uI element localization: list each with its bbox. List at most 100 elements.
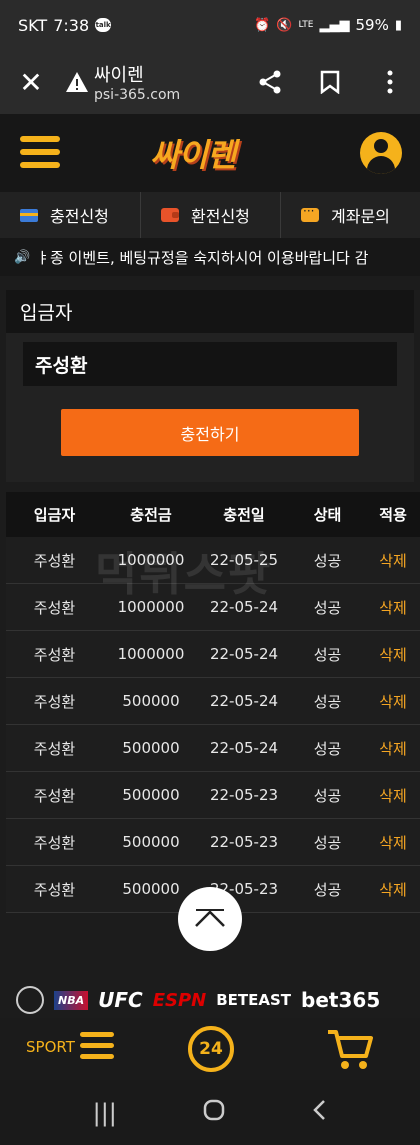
cell-name: 주성환 — [33, 692, 76, 711]
cell-status: 성공 — [313, 551, 342, 570]
delete-link[interactable]: 삭제 — [366, 550, 420, 571]
share-icon[interactable] — [240, 69, 300, 95]
cell-name: 주성환 — [33, 833, 76, 852]
cell-date: 22-05-23 — [209, 786, 279, 804]
site-header: 싸이렌 — [0, 114, 420, 192]
cell-status: 성공 — [313, 880, 342, 899]
back-icon[interactable] — [311, 1098, 327, 1128]
delete-link[interactable]: 삭제 — [366, 597, 420, 618]
cell-amount: 500000 — [122, 833, 180, 851]
tab-label: 충전신청 — [50, 207, 109, 226]
table-row: 주성환 1000000 22-05-24 성공 삭제 — [6, 584, 420, 631]
cell-amount: 500000 — [122, 692, 180, 710]
cell-status: 성공 — [313, 598, 342, 617]
support-24h-icon[interactable]: 24 — [188, 1026, 234, 1072]
carrier: SKT — [18, 15, 48, 35]
deposit-form: 입금자 주성환 충전하기 — [6, 290, 414, 482]
site-logo[interactable]: 싸이렌 — [150, 130, 236, 176]
alarm-icon: ⏰ — [254, 17, 271, 33]
battery-icon: ▮ — [394, 17, 402, 33]
cell-name: 주성환 — [33, 786, 76, 805]
ufc-logo: UFC — [98, 988, 143, 1012]
cell-amount: 1000000 — [117, 598, 185, 616]
cell-name: 주성환 — [33, 598, 76, 617]
site-bottom-bar: SPORT 24 — [0, 1018, 420, 1080]
cell-status: 성공 — [313, 645, 342, 664]
delete-link[interactable]: 삭제 — [366, 879, 420, 900]
cell-amount: 500000 — [122, 880, 180, 898]
column-header: 충전금 — [130, 506, 172, 524]
close-icon[interactable]: ✕ — [0, 66, 62, 99]
mute-icon: 🔇 — [276, 17, 293, 33]
notice-text: ㅑ종 이벤트, 베팅규정을 숙지하시어 이용바랍니다 감 — [36, 248, 369, 267]
cell-amount: 1000000 — [117, 645, 185, 663]
bookmark-icon[interactable] — [300, 70, 360, 94]
warning-icon[interactable] — [62, 71, 92, 93]
cell-date: 22-05-24 — [209, 692, 279, 710]
cart-icon[interactable] — [326, 1028, 374, 1076]
cell-status: 성공 — [313, 786, 342, 805]
nav-tabs: 충전신청 환전신청 계좌문의 — [0, 192, 420, 238]
table-row: 주성환 1000000 22-05-25 성공 삭제 — [6, 537, 420, 584]
tab-deposit[interactable]: 충전신청 — [0, 192, 140, 238]
delete-link[interactable]: 삭제 — [366, 644, 420, 665]
android-nav-bar: ||| — [0, 1080, 420, 1145]
espn-logo: ESPN — [152, 989, 207, 1011]
speaker-icon: 🔊 — [14, 249, 31, 265]
card-icon — [20, 208, 38, 222]
depositor-label: 입금자 — [6, 290, 414, 333]
sport-menu-label[interactable]: SPORT — [26, 1038, 75, 1056]
recent-apps-icon[interactable]: ||| — [93, 1099, 117, 1127]
talk-icon: talk — [95, 18, 112, 32]
chat-icon — [301, 204, 319, 222]
table-row: 주성환 500000 22-05-23 성공 삭제 — [6, 819, 420, 866]
charge-button[interactable]: 충전하기 — [61, 409, 359, 456]
clock: 7:38 — [53, 15, 90, 35]
signal-icon: ▂▄▆ — [319, 17, 350, 33]
sport-menu-icon[interactable] — [80, 1032, 114, 1062]
cell-amount: 1000000 — [117, 551, 185, 569]
delete-link[interactable]: 삭제 — [366, 785, 420, 806]
table-row: 주성환 500000 22-05-24 성공 삭제 — [6, 678, 420, 725]
cell-name: 주성환 — [33, 880, 76, 899]
delete-link[interactable]: 삭제 — [366, 832, 420, 853]
tab-label: 환전신청 — [191, 207, 250, 226]
tab-account-inquiry[interactable]: 계좌문의 — [280, 192, 420, 238]
wallet-icon — [161, 208, 179, 222]
table-row: 주성환 500000 22-05-24 성공 삭제 — [6, 725, 420, 772]
cell-date: 22-05-23 — [209, 833, 279, 851]
home-icon[interactable] — [202, 1098, 226, 1128]
cell-name: 주성환 — [33, 739, 76, 758]
cell-date: 22-05-24 — [209, 739, 279, 757]
battery-level: 59% — [355, 16, 389, 34]
lte-indicator: LTE — [298, 20, 314, 30]
delete-link[interactable]: 삭제 — [366, 738, 420, 759]
cell-date: 22-05-24 — [209, 645, 279, 663]
notice-marquee: 🔊 ㅑ종 이벤트, 베팅규정을 숙지하시어 이용바랍니다 감 — [0, 238, 420, 276]
browser-toolbar: ✕ 싸이렌 psi-365.com — [0, 50, 420, 114]
champions-league-logo — [16, 986, 44, 1014]
cell-date: 22-05-25 — [209, 551, 279, 569]
column-header: 상태 — [313, 506, 342, 524]
sponsor-strip: NBA UFC ESPN BETEAST bet365 — [0, 980, 420, 1020]
column-header: 입금자 — [33, 506, 76, 524]
cell-name: 주성환 — [33, 551, 76, 570]
scroll-top-button[interactable] — [178, 887, 242, 951]
tab-label: 계좌문의 — [331, 207, 390, 226]
page-url[interactable]: psi-365.com — [94, 87, 180, 103]
bet365-logo: bet365 — [301, 988, 381, 1012]
cell-status: 성공 — [313, 739, 342, 758]
table-header: 입금자 충전금 충전일 상태 적용 — [6, 492, 420, 537]
page-title: 싸이렌 — [94, 65, 144, 86]
nba-logo: NBA — [54, 990, 89, 1010]
more-options-icon[interactable] — [360, 70, 420, 94]
table-row: 주성환 500000 22-05-23 성공 삭제 — [6, 772, 420, 819]
tab-withdraw[interactable]: 환전신청 — [140, 192, 280, 238]
cell-status: 성공 — [313, 692, 342, 711]
table-row: 주성환 1000000 22-05-24 성공 삭제 — [6, 631, 420, 678]
menu-icon[interactable] — [20, 136, 60, 168]
beteast-logo: BETEAST — [216, 991, 292, 1009]
delete-link[interactable]: 삭제 — [366, 691, 420, 712]
user-icon[interactable] — [360, 132, 402, 174]
depositor-field[interactable]: 주성환 — [23, 342, 397, 386]
